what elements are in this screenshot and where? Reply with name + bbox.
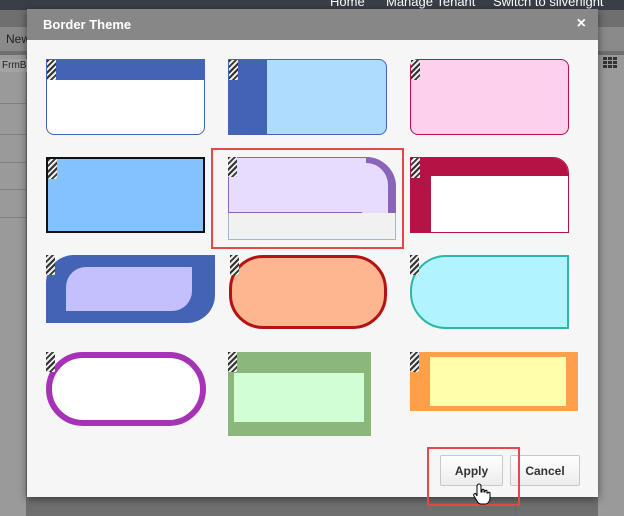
theme-handle-icon <box>47 60 56 80</box>
theme-blue-leaf[interactable] <box>46 255 215 323</box>
nav-switch-silverlight[interactable]: Switch to silverlight <box>493 0 604 9</box>
theme-handle-icon <box>228 157 237 177</box>
theme-handle-icon <box>410 255 419 275</box>
grid-icon[interactable] <box>603 57 617 69</box>
theme-blue-sidebar[interactable] <box>228 59 387 135</box>
theme-orange-frame[interactable] <box>410 352 578 411</box>
theme-handle-icon <box>411 158 420 178</box>
right-panel <box>598 55 624 516</box>
theme-handle-icon <box>230 255 239 275</box>
theme-handle-icon <box>410 352 419 372</box>
theme-lavender-curved[interactable] <box>228 157 396 240</box>
nav-home[interactable]: Home <box>330 0 365 9</box>
theme-pink-rounded[interactable] <box>410 59 569 135</box>
theme-handle-icon <box>229 60 238 80</box>
theme-crimson-l-frame[interactable] <box>410 157 569 233</box>
nav-manage-tenant[interactable]: Manage Tenant <box>386 0 475 9</box>
theme-black-border-sky[interactable] <box>46 157 205 233</box>
theme-handle-icon <box>48 159 57 179</box>
cancel-button[interactable]: Cancel <box>510 455 580 486</box>
theme-handle-icon <box>46 352 55 372</box>
theme-green-frame[interactable] <box>228 352 371 436</box>
hand-cursor-icon <box>473 483 491 505</box>
close-icon[interactable]: × <box>577 15 586 33</box>
apply-button[interactable]: Apply <box>440 455 503 486</box>
theme-handle-icon <box>228 352 237 372</box>
guide-line <box>515 497 516 516</box>
theme-teal-half-pill[interactable] <box>410 255 569 329</box>
theme-handle-icon <box>411 60 420 80</box>
theme-blue-header[interactable] <box>46 59 205 135</box>
dialog-header: Border Theme × <box>27 9 598 40</box>
border-theme-dialog: Border Theme × Apply Cancel <box>27 9 598 506</box>
theme-red-pill[interactable] <box>229 255 387 329</box>
theme-purple-pill[interactable] <box>46 352 206 426</box>
left-panel <box>0 55 26 516</box>
dialog-title: Border Theme <box>43 17 132 32</box>
theme-handle-icon <box>46 255 55 275</box>
